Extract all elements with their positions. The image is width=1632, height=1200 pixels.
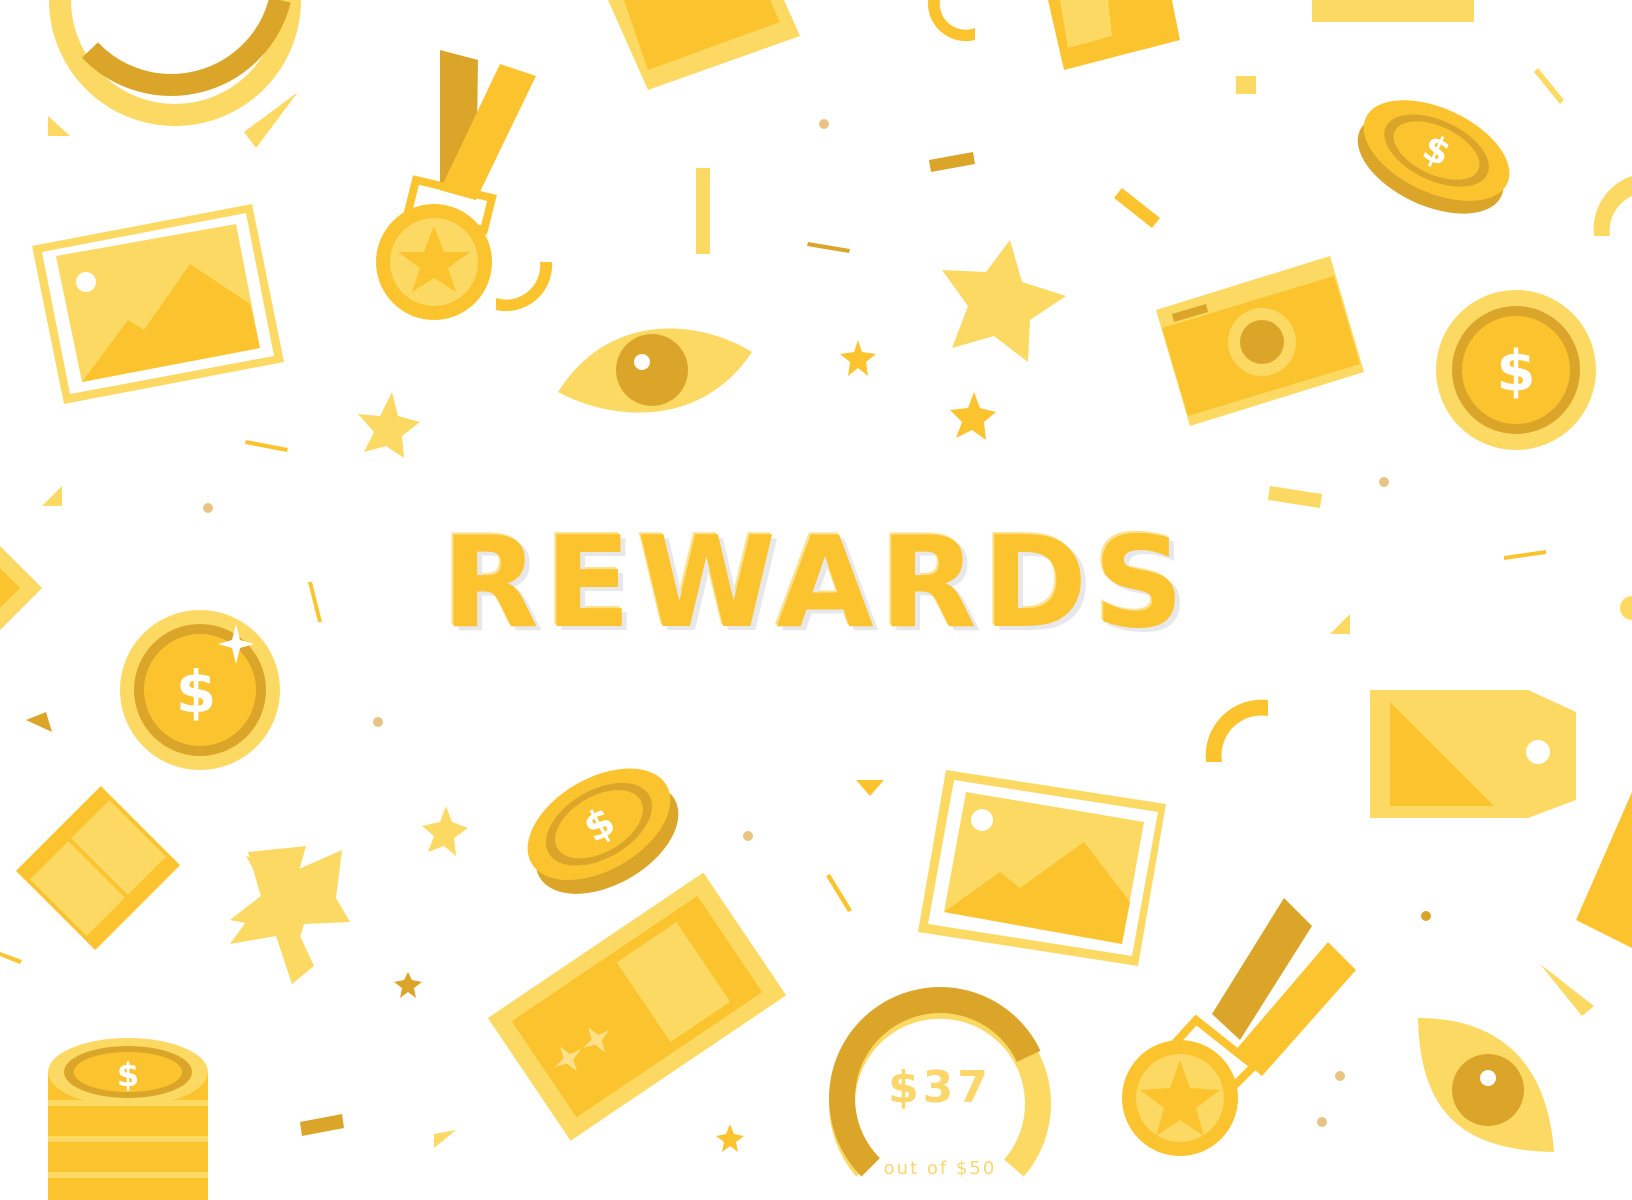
triangle-confetti-icon	[42, 486, 62, 506]
picture-frame-icon	[918, 770, 1166, 966]
coin-icon: $	[527, 768, 679, 894]
triangle-confetti-icon	[244, 92, 298, 148]
film-strip-icon	[1048, 0, 1180, 70]
bar-confetti-icon	[807, 242, 850, 253]
svg-text:$: $	[176, 658, 216, 726]
triangle-confetti-icon	[434, 1130, 456, 1148]
medal-icon	[376, 50, 536, 320]
square-confetti-icon	[1236, 76, 1256, 94]
triangle-confetti-icon	[48, 116, 70, 136]
dot-confetti-icon	[819, 119, 829, 129]
picture-frame-icon	[32, 204, 284, 404]
star-icon	[950, 392, 996, 440]
bar-confetti-icon	[1312, 0, 1474, 22]
eye-icon	[1418, 1018, 1554, 1152]
bar-confetti-icon	[826, 874, 852, 912]
dot-confetti-icon	[743, 831, 753, 841]
page-title: REWARDS	[441, 509, 1191, 656]
arc-confetti-icon	[1593, 176, 1632, 236]
star-icon	[358, 392, 420, 458]
bar-confetti-icon	[696, 168, 710, 254]
ticket-icon	[487, 872, 787, 1141]
bar-confetti-icon	[0, 952, 22, 964]
ring-icon	[49, 0, 301, 126]
bar-confetti-icon	[300, 1114, 344, 1136]
film-strip-icon	[15, 785, 181, 951]
dot-confetti-icon	[373, 717, 383, 727]
bar-confetti-icon	[1268, 486, 1322, 508]
price-tag-icon	[1370, 690, 1576, 818]
star-icon	[716, 1124, 744, 1152]
camera-icon	[1156, 256, 1364, 426]
arc-confetti-icon	[927, 0, 975, 42]
bar-confetti-icon	[245, 440, 288, 452]
dot-confetti-icon	[1335, 1071, 1345, 1081]
coin-stack-icon: $	[48, 1038, 208, 1200]
eye-icon	[558, 328, 752, 413]
svg-text:$: $	[1497, 339, 1536, 404]
triangle-confetti-icon	[1540, 964, 1594, 1016]
star-icon	[942, 240, 1066, 362]
picture-frame-icon	[608, 0, 800, 90]
dot-confetti-icon	[203, 503, 213, 513]
arc-confetti-icon	[496, 262, 553, 312]
dot-confetti-icon	[1421, 911, 1431, 921]
bar-confetti-icon	[929, 152, 975, 172]
coin-icon: $	[1436, 290, 1596, 450]
star-icon	[840, 340, 876, 376]
triangle-confetti-icon	[856, 780, 884, 796]
arc-confetti-icon	[1205, 699, 1268, 762]
dot-confetti-icon	[1317, 1117, 1327, 1127]
svg-text:$: $	[117, 1056, 139, 1094]
triangle-confetti-icon	[1576, 792, 1632, 948]
reward-caption: out of $50	[883, 1158, 997, 1179]
dot-confetti-icon	[1379, 477, 1389, 487]
triangle-confetti-icon	[26, 712, 52, 732]
bar-confetti-icon	[1114, 188, 1160, 228]
reward-amount: $37	[888, 1062, 992, 1113]
star-icon	[394, 972, 422, 998]
star-icon	[422, 806, 468, 856]
coin-icon: $	[1357, 100, 1510, 214]
bar-confetti-icon	[1534, 68, 1564, 104]
